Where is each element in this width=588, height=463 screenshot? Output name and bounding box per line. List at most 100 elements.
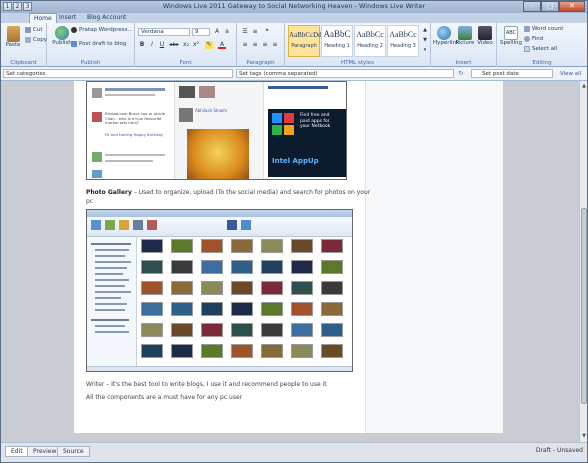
photo-thumbnail[interactable]: [201, 239, 223, 253]
numbering-icon[interactable]: ≡: [251, 28, 259, 36]
photo-thumbnail[interactable]: [231, 323, 253, 337]
font-color-icon[interactable]: A: [218, 41, 226, 49]
bold-button[interactable]: B: [138, 41, 146, 49]
undo-quick-button[interactable]: 3: [23, 2, 32, 11]
paste-button[interactable]: Paste: [4, 26, 22, 48]
photo-thumbnail[interactable]: [171, 281, 193, 295]
picture-button[interactable]: Picture: [455, 26, 475, 46]
photo-thumbnail[interactable]: [231, 281, 253, 295]
copy-button[interactable]: Copy: [25, 37, 47, 43]
photo-thumbnail[interactable]: [261, 281, 283, 295]
photo-thumbnail[interactable]: [291, 323, 313, 337]
photo-thumbnail[interactable]: [231, 239, 253, 253]
style-heading-2[interactable]: AaBbCc Heading 2: [354, 25, 386, 57]
styles-more-icon[interactable]: ▲ ▼ ▾: [421, 25, 429, 57]
scroll-down-icon[interactable]: ▼: [581, 433, 587, 439]
photo-thumbnail[interactable]: [321, 281, 343, 295]
photo-thumbnail[interactable]: [291, 302, 313, 316]
cut-button[interactable]: Cut: [25, 27, 42, 33]
font-family-select[interactable]: Verdana: [138, 28, 190, 36]
style-heading-3[interactable]: AaBbCc Heading 3: [387, 25, 419, 57]
photo-thumbnail[interactable]: [141, 239, 163, 253]
photo-thumbnail[interactable]: [261, 323, 283, 337]
justify-icon[interactable]: ≡: [271, 41, 279, 49]
photo-thumbnail[interactable]: [171, 302, 193, 316]
photo-thumbnail[interactable]: [291, 239, 313, 253]
photo-thumbnail[interactable]: [291, 260, 313, 274]
shrink-font-button[interactable]: a: [223, 28, 231, 36]
font-size-select[interactable]: 9: [192, 28, 210, 36]
tab-blog-account[interactable]: Blog Account: [83, 13, 130, 23]
photo-thumbnail[interactable]: [171, 260, 193, 274]
categories-field[interactable]: Set categories: [3, 69, 233, 78]
photo-thumbnail[interactable]: [141, 323, 163, 337]
photo-thumbnail[interactable]: [261, 260, 283, 274]
photo-thumbnail[interactable]: [261, 239, 283, 253]
blockquote-icon[interactable]: ❝: [263, 28, 271, 36]
photo-thumbnail[interactable]: [321, 302, 343, 316]
tags-field[interactable]: Set tags (comma separated): [236, 69, 454, 78]
highlight-icon[interactable]: ✎: [205, 41, 213, 49]
photo-thumbnail[interactable]: [141, 260, 163, 274]
minimize-button[interactable]: –: [523, 1, 541, 12]
style-heading-1[interactable]: AaBbC Heading 1: [321, 25, 353, 57]
tab-insert[interactable]: Insert: [55, 13, 80, 23]
subscript-button[interactable]: x₂: [182, 41, 190, 49]
select-all-button[interactable]: Select all: [524, 46, 557, 52]
photo-thumbnail[interactable]: [141, 281, 163, 295]
photo-thumbnail[interactable]: [261, 344, 283, 358]
bullets-icon[interactable]: ☰: [241, 28, 249, 36]
photo-thumbnail[interactable]: [201, 302, 223, 316]
video-button[interactable]: Video: [475, 26, 495, 46]
scrollbar-thumb[interactable]: [581, 208, 587, 404]
photo-thumbnail[interactable]: [231, 260, 253, 274]
edit-view-tab[interactable]: Edit: [5, 446, 29, 457]
photo-thumbnail[interactable]: [141, 302, 163, 316]
grow-font-button[interactable]: A: [213, 28, 221, 36]
embedded-screenshot-social[interactable]: Bindaa.com Bruce Lee or Jackie Chan - wh…: [86, 81, 347, 180]
photo-thumbnail[interactable]: [171, 344, 193, 358]
maximize-button[interactable]: □: [541, 1, 559, 12]
align-right-icon[interactable]: ≡: [261, 41, 269, 49]
photo-thumbnail[interactable]: [201, 323, 223, 337]
photo-thumbnail[interactable]: [231, 344, 253, 358]
spelling-button[interactable]: ABC Spelling: [499, 26, 523, 46]
photo-thumbnail[interactable]: [171, 323, 193, 337]
italic-button[interactable]: I: [148, 41, 156, 49]
app-menu-button[interactable]: 1: [3, 2, 12, 11]
blog-selector[interactable]: Pratap Wordpress...: [71, 27, 133, 33]
strikethrough-button[interactable]: abc: [168, 41, 180, 49]
post-draft-button[interactable]: Post draft to blog: [71, 41, 126, 47]
photo-thumbnail[interactable]: [291, 344, 313, 358]
photo-thumbnail[interactable]: [171, 239, 193, 253]
photo-thumbnail[interactable]: [141, 344, 163, 358]
scroll-up-icon[interactable]: ▲: [581, 83, 587, 89]
post-date-field[interactable]: Set post date: [471, 69, 553, 78]
embedded-screenshot-gallery[interactable]: [86, 209, 353, 372]
photo-thumbnail[interactable]: [291, 281, 313, 295]
tab-home[interactable]: Home: [29, 13, 57, 23]
view-all-link[interactable]: View all: [560, 71, 581, 77]
photo-thumbnail[interactable]: [201, 281, 223, 295]
photo-thumbnail[interactable]: [261, 302, 283, 316]
photo-thumbnail[interactable]: [201, 260, 223, 274]
style-paragraph[interactable]: AaBbCcDd Paragraph: [288, 25, 322, 57]
word-count-button[interactable]: Word count: [524, 26, 563, 32]
align-left-icon[interactable]: ≡: [241, 41, 249, 49]
photo-thumbnail[interactable]: [321, 344, 343, 358]
vertical-scrollbar[interactable]: ▲ ▼: [579, 81, 587, 442]
close-button[interactable]: ✕: [559, 1, 585, 12]
find-button[interactable]: Find: [524, 36, 543, 42]
photo-thumbnail[interactable]: [321, 323, 343, 337]
save-quick-button[interactable]: 2: [13, 2, 22, 11]
photo-thumbnail[interactable]: [321, 260, 343, 274]
superscript-button[interactable]: x²: [192, 41, 200, 49]
photo-thumbnail[interactable]: [231, 302, 253, 316]
align-center-icon[interactable]: ≡: [251, 41, 259, 49]
underline-button[interactable]: U: [158, 41, 166, 49]
hyperlink-button[interactable]: Hyperlink: [433, 26, 459, 46]
photo-thumbnail[interactable]: [321, 239, 343, 253]
refresh-icon[interactable]: ↻: [457, 70, 465, 78]
source-view-tab[interactable]: Source: [57, 446, 90, 457]
photo-thumbnail[interactable]: [201, 344, 223, 358]
